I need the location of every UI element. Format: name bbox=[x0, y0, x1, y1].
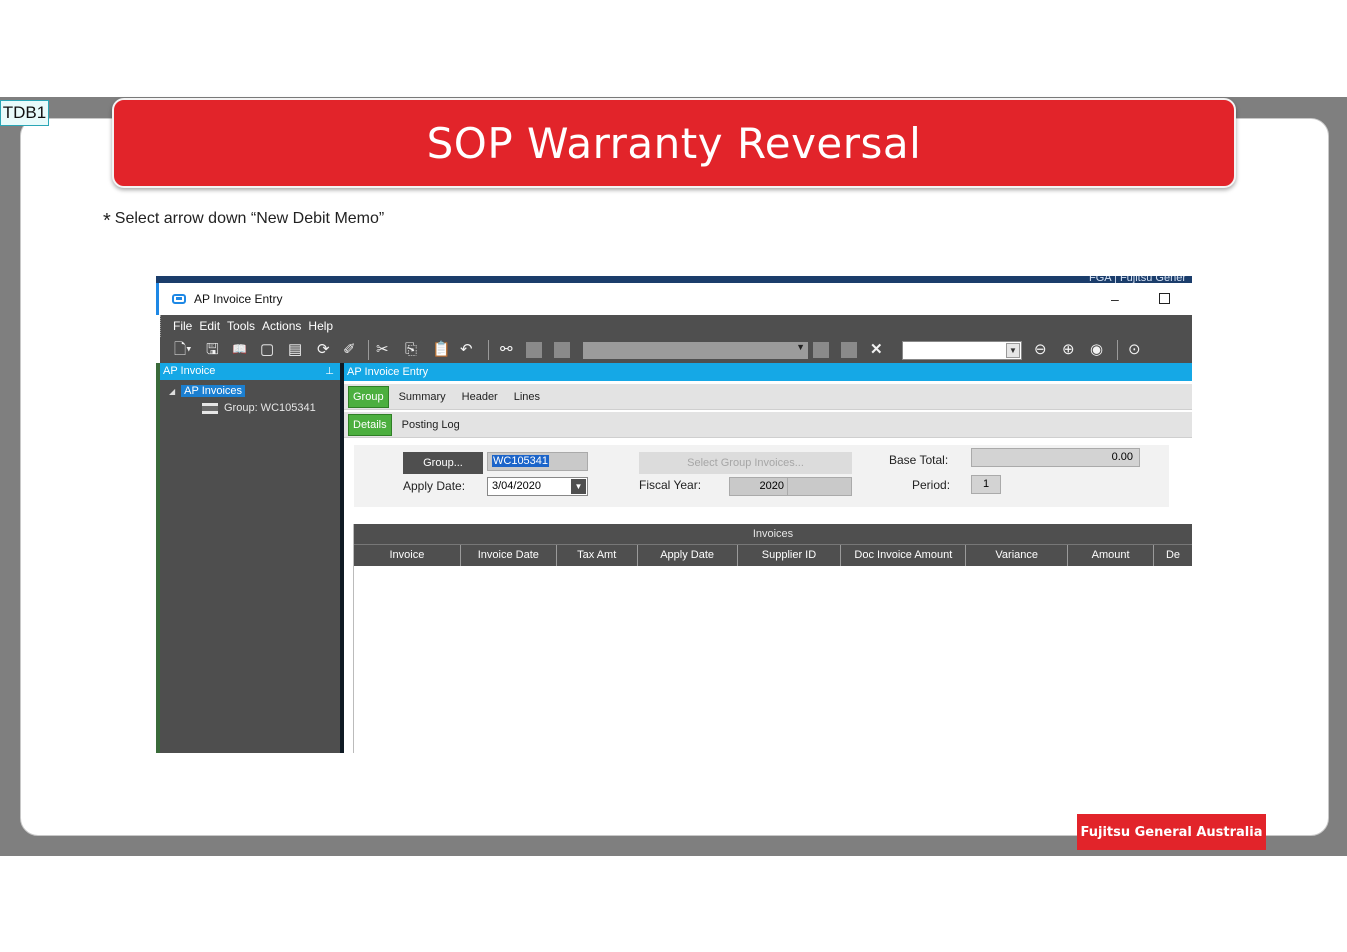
clear-icon[interactable]: ✐ bbox=[343, 341, 356, 358]
paste-icon[interactable]: 📋 bbox=[432, 341, 451, 358]
tab-summary[interactable]: Summary bbox=[399, 391, 446, 403]
tree-panel-title: AP Invoice bbox=[163, 365, 216, 377]
note-icon[interactable]: ▢ bbox=[260, 341, 274, 358]
column-header[interactable]: Tax Amt bbox=[557, 545, 638, 566]
quick-search-combo[interactable]: ▼ bbox=[902, 341, 1022, 360]
folder-icon bbox=[202, 402, 218, 414]
bullet-star: * bbox=[103, 210, 111, 232]
slide-title: SOP Warranty Reversal bbox=[426, 118, 922, 168]
menu-file[interactable]: File bbox=[173, 319, 192, 333]
tab-lines[interactable]: Lines bbox=[514, 391, 540, 403]
grid-caption: Invoices bbox=[354, 524, 1192, 545]
tab-details[interactable]: Details bbox=[348, 413, 392, 436]
binoculars-icon[interactable]: ⚯ bbox=[500, 341, 513, 358]
group-value[interactable]: WC105341 bbox=[492, 455, 550, 467]
tree-panel-header: AP Invoice ⊥ bbox=[160, 363, 340, 380]
pin-icon[interactable]: ⊥ bbox=[325, 363, 334, 380]
chevron-down-icon[interactable]: ▼ bbox=[1006, 343, 1020, 358]
period-field[interactable]: 1 bbox=[971, 475, 1001, 494]
undo-icon[interactable]: ↶ bbox=[460, 341, 473, 358]
tree-panel: AP Invoice ⊥ ◢ AP Invoices Group: WC1053… bbox=[160, 363, 340, 753]
window-title: AP Invoice Entry bbox=[194, 292, 283, 306]
footer-brand: Fujitsu General Australia bbox=[1077, 814, 1266, 850]
forward-icon[interactable]: ⊕ bbox=[1062, 341, 1075, 358]
column-header[interactable]: Invoice Date bbox=[461, 545, 557, 566]
play-icon[interactable]: ⊙ bbox=[1128, 341, 1141, 358]
column-header[interactable]: De bbox=[1154, 545, 1192, 566]
sub-tab-row: Details Posting Log bbox=[344, 412, 1192, 438]
open-book-icon[interactable]: 📖 bbox=[232, 341, 247, 358]
base-total-field: 0.00 bbox=[971, 448, 1140, 467]
apply-date-label: Apply Date: bbox=[403, 479, 466, 493]
slide-tag: TDB1 bbox=[0, 100, 49, 126]
tree-node-group-label[interactable]: Group: WC105341 bbox=[224, 402, 316, 414]
invoices-grid: Invoices Invoice Invoice Date Tax Amt Ap… bbox=[353, 524, 1192, 753]
first-icon[interactable] bbox=[526, 342, 542, 358]
record-navigator-combo[interactable]: ▼ bbox=[583, 342, 808, 359]
save-icon[interactable]: 🖫 bbox=[206, 341, 219, 358]
collapse-caret-icon[interactable]: ◢ bbox=[169, 387, 175, 396]
apply-date-field[interactable]: 3/04/2020 ▼ bbox=[487, 477, 588, 496]
toolbar: 🗋▾ 🖫 📖 ▢ ▤ ⟳ ✐ ✂ ⎘ 📋 ↶ ⚯ ▼ ✕ ▼ ⊖ ⊕ ◉ ⊙ bbox=[160, 337, 1192, 363]
tree-node-ap-invoices[interactable]: ◢ AP Invoices bbox=[169, 385, 246, 397]
menu-bar: File Edit Tools Actions Help bbox=[160, 315, 1192, 337]
tree-node-group[interactable]: Group: WC105341 bbox=[202, 402, 316, 414]
column-header[interactable]: Amount bbox=[1068, 545, 1155, 566]
group-field[interactable]: WC105341 bbox=[487, 452, 588, 471]
tab-group[interactable]: Group bbox=[348, 385, 389, 408]
next-icon[interactable] bbox=[813, 342, 829, 358]
fiscal-year-field[interactable]: 2020 bbox=[729, 477, 789, 496]
menu-help[interactable]: Help bbox=[308, 319, 333, 333]
column-header[interactable]: Doc Invoice Amount bbox=[841, 545, 967, 566]
base-total-label: Base Total: bbox=[889, 453, 949, 467]
column-header[interactable]: Variance bbox=[966, 545, 1069, 566]
instruction-text: * Select arrow down “New Debit Memo” bbox=[103, 210, 384, 233]
title-banner: SOP Warranty Reversal bbox=[112, 98, 1236, 188]
select-group-invoices-button[interactable]: Select Group Invoices... bbox=[639, 452, 852, 474]
main-tab-row: Group Summary Header Lines bbox=[344, 384, 1192, 410]
copy-icon[interactable]: ⎘ bbox=[405, 341, 417, 358]
ap-invoice-window: FGA | Fujitsu Gener AP Invoice Entry – F… bbox=[156, 276, 1192, 753]
tab-posting-log[interactable]: Posting Log bbox=[402, 419, 460, 431]
window-titlebar[interactable]: AP Invoice Entry – bbox=[156, 283, 1192, 315]
desktop-strip: FGA | Fujitsu Gener bbox=[156, 276, 1192, 284]
menu-actions[interactable]: Actions bbox=[262, 319, 301, 333]
cut-icon[interactable]: ✂ bbox=[376, 341, 389, 358]
entry-panel-header: AP Invoice Entry bbox=[344, 363, 1192, 381]
refresh-icon[interactable]: ⟳ bbox=[317, 341, 330, 358]
group-form: Group... WC105341 Apply Date: 3/04/2020 … bbox=[354, 445, 1169, 507]
home-icon[interactable]: ◉ bbox=[1090, 341, 1103, 358]
menu-edit[interactable]: Edit bbox=[199, 319, 220, 333]
period-label: Period: bbox=[912, 478, 951, 492]
app-icon bbox=[172, 294, 186, 304]
back-icon[interactable]: ⊖ bbox=[1034, 341, 1047, 358]
last-icon[interactable] bbox=[841, 342, 857, 358]
toolbar-separator bbox=[488, 340, 489, 360]
toolbar-separator bbox=[1117, 340, 1118, 360]
menu-tools[interactable]: Tools bbox=[227, 319, 255, 333]
fiscal-year-label: Fiscal Year: bbox=[639, 478, 702, 492]
tree-node-label[interactable]: AP Invoices bbox=[181, 385, 246, 397]
toolbar-separator bbox=[368, 340, 369, 360]
tab-header[interactable]: Header bbox=[462, 391, 498, 403]
column-header[interactable]: Apply Date bbox=[638, 545, 738, 566]
group-button[interactable]: Group... bbox=[403, 452, 483, 474]
new-icon[interactable]: 🗋▾ bbox=[174, 341, 192, 358]
minimize-button[interactable]: – bbox=[1111, 291, 1119, 307]
column-header[interactable]: Invoice bbox=[354, 545, 461, 566]
instruction-label: Select arrow down “New Debit Memo” bbox=[114, 210, 385, 227]
entry-panel: AP Invoice Entry Group Summary Header Li… bbox=[344, 363, 1192, 753]
maximize-button[interactable] bbox=[1159, 293, 1170, 304]
attach-icon[interactable]: ▤ bbox=[288, 341, 302, 358]
chevron-down-icon[interactable]: ▼ bbox=[796, 342, 805, 352]
column-header[interactable]: Supplier ID bbox=[738, 545, 842, 566]
delete-icon[interactable]: ✕ bbox=[870, 341, 883, 358]
chevron-down-icon[interactable]: ▼ bbox=[571, 479, 586, 494]
grid-header-row: Invoice Invoice Date Tax Amt Apply Date … bbox=[354, 545, 1192, 566]
prev-icon[interactable] bbox=[554, 342, 570, 358]
apply-date-value[interactable]: 3/04/2020 bbox=[492, 480, 541, 492]
fiscal-year-suffix-field bbox=[787, 477, 852, 496]
